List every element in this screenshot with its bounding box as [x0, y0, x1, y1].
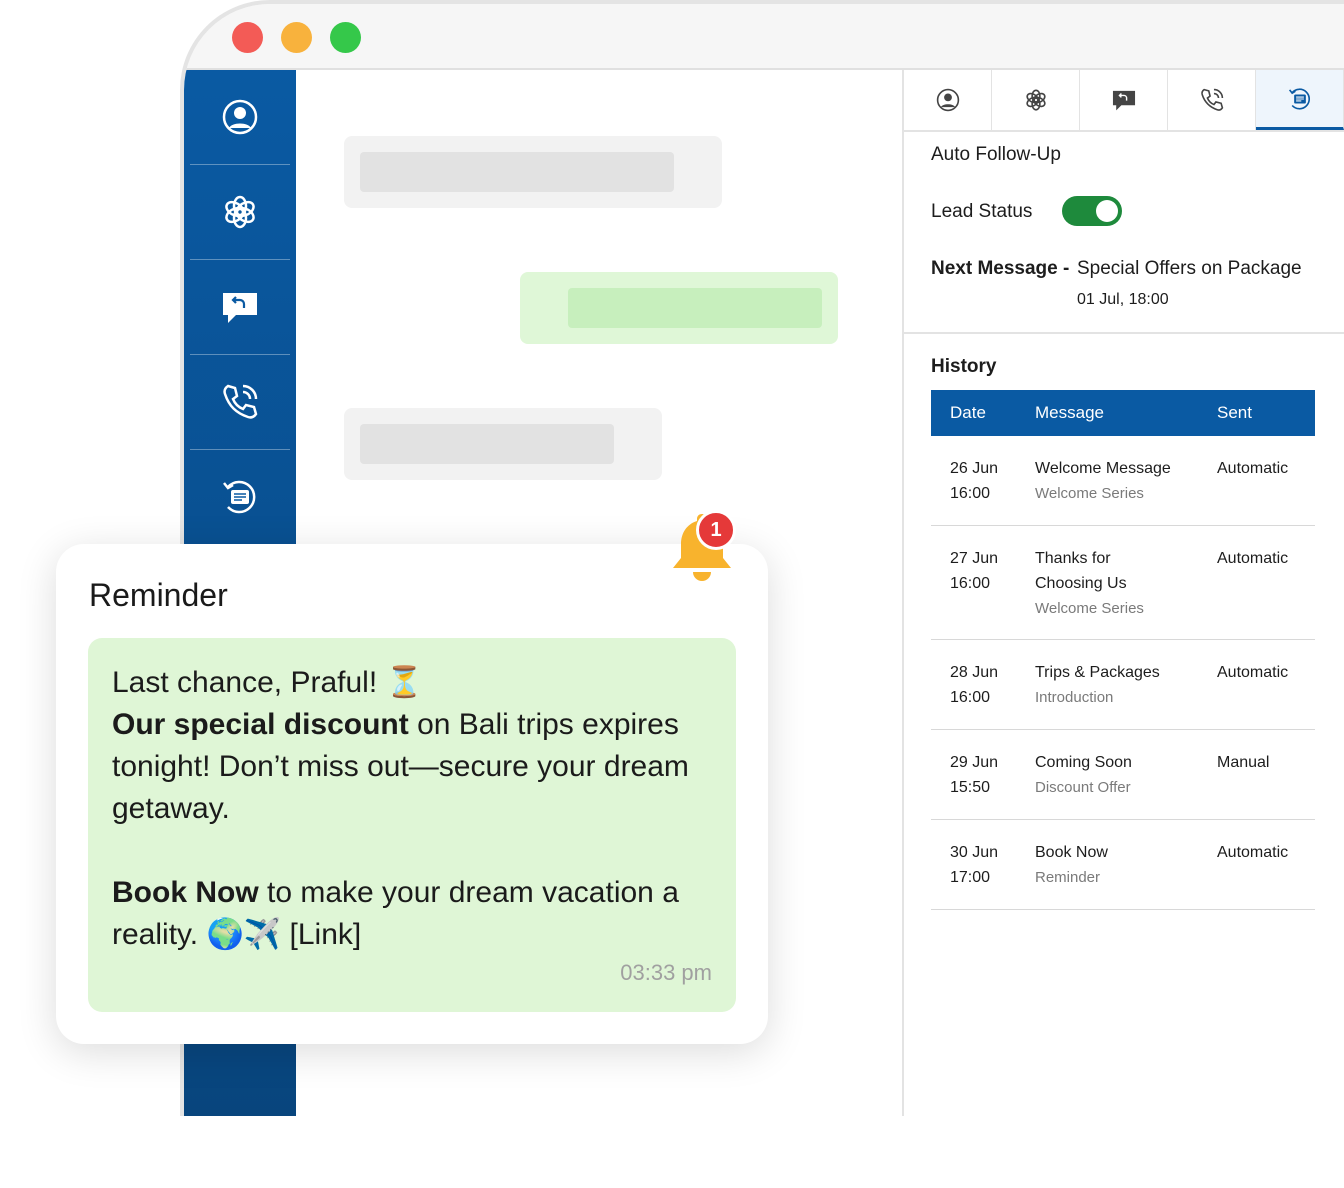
user-circle-icon — [936, 88, 959, 112]
message-greeting: Last chance, Praful! ⏳ — [112, 666, 423, 699]
phone-call-icon — [1200, 88, 1223, 111]
reminder-card: Reminder Last chance, Praful! ⏳ Our spec… — [56, 544, 768, 1044]
incoming-message-placeholder — [344, 136, 722, 208]
reminder-title: Reminder — [89, 577, 228, 613]
minimize-window-button[interactable] — [281, 22, 312, 53]
table-row[interactable]: 29 Jun 15:50 Coming Soon Discount Offer Ma… — [931, 730, 1315, 820]
row-sent: Automatic — [1217, 664, 1289, 681]
reply-chat-icon — [223, 293, 257, 323]
table-row[interactable]: 30 Jun 17:00 Book Now Reminder Automatic — [931, 820, 1315, 910]
message-bold-book-now: Book Now — [112, 876, 259, 909]
reminder-message-text: Last chance, Praful! ⏳ Our special disco… — [112, 662, 712, 956]
row-message: Welcome Message — [1035, 460, 1171, 477]
reply-chat-icon — [1112, 90, 1135, 111]
row-sent: Automatic — [1217, 844, 1289, 861]
outgoing-message-placeholder — [520, 272, 838, 344]
sidebar-item-replies[interactable] — [190, 260, 290, 355]
divider — [904, 332, 1344, 334]
reminder-message-bubble: Last chance, Praful! ⏳ Our special disco… — [88, 638, 736, 1012]
next-message-time: 01 Jul, 18:00 — [1077, 291, 1169, 308]
row-date: 27 Jun — [950, 550, 999, 567]
incoming-message-placeholder — [344, 408, 662, 480]
row-series: Introduction — [1035, 689, 1114, 706]
row-time: 16:00 — [950, 485, 991, 502]
row-message: Coming Soon — [1035, 754, 1132, 771]
tab-replies[interactable] — [1080, 70, 1168, 130]
lead-status-label: Lead Status — [931, 201, 1033, 222]
row-sent: Automatic — [1217, 550, 1289, 567]
row-series: Welcome Series — [1035, 600, 1144, 617]
row-date: 28 Jun — [950, 664, 999, 681]
row-series: Welcome Series — [1035, 485, 1144, 502]
message-bold-discount: Our special discount — [112, 708, 409, 741]
header-message: Message — [1035, 403, 1104, 422]
next-message-value: Special Offers on Package — [1077, 258, 1302, 279]
tab-ai[interactable] — [992, 70, 1080, 130]
title-bar — [184, 4, 1344, 70]
tab-contact[interactable] — [904, 70, 992, 130]
section-title: Auto Follow-Up — [931, 144, 1061, 165]
follow-up-panel: Auto Follow-Up Lead Status Next Message … — [902, 70, 1344, 1116]
row-time: 15:50 — [950, 779, 991, 796]
history-table: Date Message Sent 26 Jun 16:00 Welcome Me… — [931, 390, 1315, 910]
tab-follow-up[interactable] — [1256, 70, 1344, 130]
header-sent: Sent — [1217, 403, 1252, 422]
row-sent: Manual — [1217, 754, 1270, 771]
notification-badge: 1 — [696, 510, 736, 550]
table-row[interactable]: 27 Jun 16:00 Thanks for Choosing Us Welcom… — [931, 526, 1315, 640]
row-sent: Automatic — [1217, 460, 1289, 477]
row-time: 16:00 — [950, 689, 991, 706]
row-series: Discount Offer — [1035, 779, 1131, 796]
header-date: Date — [950, 403, 986, 422]
next-message-label: Next Message - — [931, 258, 1070, 279]
row-time: 16:00 — [950, 575, 991, 592]
row-message: Book Now — [1035, 844, 1108, 861]
row-message: Trips & Packages — [1035, 664, 1160, 681]
history-table-header: Date Message Sent — [931, 390, 1315, 436]
sidebar-item-follow-up[interactable] — [190, 450, 290, 545]
follow-up-message-icon — [1288, 87, 1310, 110]
history-title: History — [931, 356, 997, 377]
row-date: 26 Jun — [950, 460, 999, 477]
row-date: 29 Jun — [950, 754, 999, 771]
row-date: 30 Jun — [950, 844, 999, 861]
ai-knot-icon — [225, 195, 255, 229]
ai-knot-icon — [1025, 89, 1046, 111]
table-row[interactable]: 28 Jun 16:00 Trips & Packages Introduction… — [931, 640, 1315, 730]
lead-status-toggle[interactable] — [1062, 196, 1122, 226]
sidebar-item-contact[interactable] — [190, 70, 290, 165]
table-row[interactable]: 26 Jun 16:00 Welcome Message Welcome Serie… — [931, 436, 1315, 526]
tab-calls[interactable] — [1168, 70, 1256, 130]
maximize-window-button[interactable] — [330, 22, 361, 53]
message-timestamp: 03:33 pm — [620, 960, 712, 985]
row-series: Reminder — [1035, 869, 1101, 886]
panel-tabs — [904, 70, 1344, 132]
toggle-knob — [1096, 200, 1118, 222]
sidebar-item-ai[interactable] — [190, 165, 290, 260]
user-circle-icon — [222, 99, 258, 135]
row-time: 17:00 — [950, 869, 991, 886]
close-window-button[interactable] — [232, 22, 263, 53]
follow-up-message-icon — [223, 480, 256, 514]
phone-call-icon — [223, 384, 258, 419]
sidebar-item-calls[interactable] — [190, 355, 290, 450]
row-message: Thanks for Choosing Us — [1035, 550, 1127, 592]
